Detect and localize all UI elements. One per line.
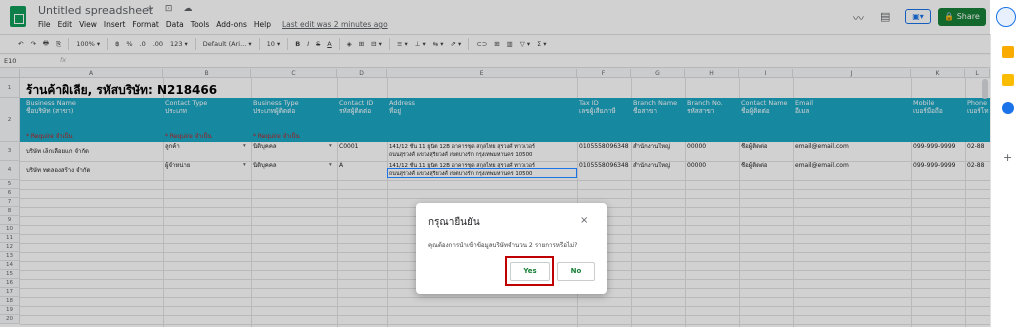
dialog-title: กรุณายืนยัน bbox=[428, 217, 480, 228]
highlight-box bbox=[505, 256, 554, 286]
selected-cell-e10[interactable] bbox=[387, 168, 577, 178]
avatar[interactable] bbox=[996, 7, 1016, 27]
calendar-icon[interactable] bbox=[1002, 46, 1014, 58]
no-button[interactable]: No bbox=[557, 262, 595, 281]
add-addon-icon[interactable]: + bbox=[1003, 151, 1012, 164]
keep-icon[interactable] bbox=[1002, 74, 1014, 86]
close-icon[interactable]: × bbox=[580, 215, 588, 226]
dialog-message: คุณต้องการนำเข้าข้อมูลบริษัทจำนวน 2 รายก… bbox=[428, 242, 578, 249]
side-panel: + bbox=[990, 34, 1024, 327]
tasks-icon[interactable] bbox=[1002, 102, 1014, 114]
